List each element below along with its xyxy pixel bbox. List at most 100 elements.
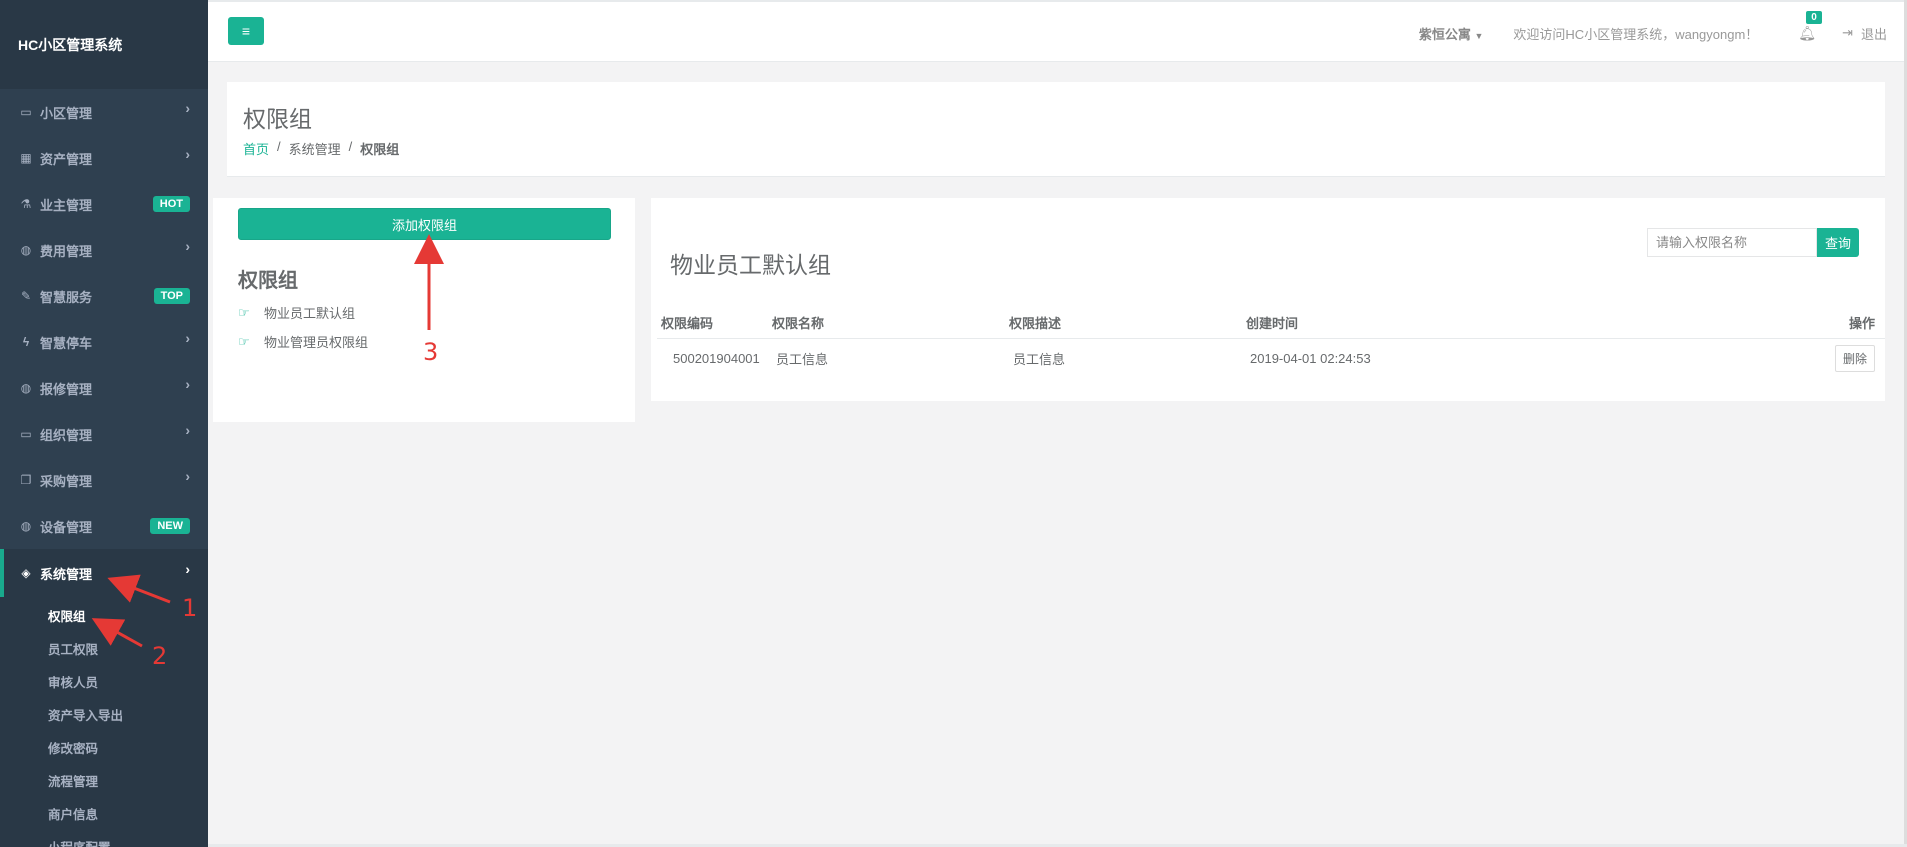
top-navbar: ≡ 紫恒公寓 ▼ 欢迎访问HC小区管理系统，wangyongm！ 🔔︎ 0 ⇥ … — [208, 0, 1907, 62]
selected-group-title: 物业员工默认组 — [670, 252, 831, 278]
page-heading: 权限组 首页 / 系统管理 / 权限组 — [227, 82, 1885, 177]
sidebar-item-system[interactable]: ◈ 系统管理 › — [0, 549, 208, 597]
welcome-message: 欢迎访问HC小区管理系统，wangyongm！ — [1513, 26, 1759, 42]
breadcrumb-home[interactable]: 首页 — [243, 139, 269, 158]
sidebar-item-community[interactable]: ▭ 小区管理 › — [0, 89, 208, 135]
breadcrumb-separator: / — [277, 139, 281, 154]
flask-icon: ⚗ — [20, 197, 32, 211]
sidebar-item-assets[interactable]: ▦ 资产管理 › — [0, 135, 208, 181]
sign-out-icon: ⇥ — [1842, 25, 1853, 40]
sidebar-item-label: 智慧停车 — [40, 335, 93, 351]
delete-button[interactable]: 删除 — [1834, 344, 1875, 372]
cell-name: 员工信息 — [776, 351, 829, 367]
sidebar-item-label: 采购管理 — [40, 473, 93, 489]
copy-icon: ❐ — [20, 473, 32, 487]
chevron-right-icon: › — [185, 468, 190, 484]
breadcrumb-system: 系统管理 — [288, 142, 341, 157]
chevron-right-icon: › — [185, 561, 190, 577]
community-dropdown[interactable]: 紫恒公寓 ▼ — [1419, 24, 1484, 43]
sidebar-item-label: 资产管理 — [40, 151, 93, 167]
sidebar-item-fees[interactable]: ◍ 费用管理 › — [0, 227, 208, 273]
bell-icon: 🔔︎ — [1798, 24, 1817, 41]
cell-desc: 员工信息 — [1013, 351, 1066, 367]
topbar-right: 紫恒公寓 ▼ 欢迎访问HC小区管理系统，wangyongm！ 🔔︎ 0 ⇥ 退出 — [1419, 2, 1887, 64]
submenu-item-staff-permission[interactable]: 员工权限 — [0, 632, 208, 665]
top-badge: TOP — [153, 288, 190, 304]
logout-link[interactable]: ⇥ 退出 — [1842, 24, 1887, 43]
system-submenu: 权限组 员工权限 审核人员 资产导入导出 修改密码 流程管理 商户信息 小程序配… — [0, 597, 208, 847]
notification-count-badge: 0 — [1806, 10, 1822, 24]
sidebar-item-label: 业主管理 — [40, 197, 93, 213]
submenu-item-permission-group[interactable]: 权限组 — [0, 599, 208, 632]
globe-icon: ◍ — [20, 381, 32, 395]
sidebar-item-label: 组织管理 — [40, 427, 93, 443]
search-button[interactable]: 查询 — [1816, 228, 1859, 257]
sidebar-item-label: 报修管理 — [40, 381, 93, 397]
globe-icon: ◍ — [20, 243, 32, 257]
annotation-label-3: 3 — [423, 338, 439, 366]
breadcrumb-current: 权限组 — [360, 142, 400, 157]
permission-group-label: 物业管理员权限组 — [264, 335, 369, 350]
cell-action: 删除 — [1826, 338, 1885, 378]
submenu-item-change-password[interactable]: 修改密码 — [0, 731, 208, 764]
logout-label: 退出 — [1860, 26, 1887, 42]
new-badge: NEW — [150, 518, 190, 534]
permission-name-search-input[interactable] — [1646, 228, 1817, 257]
chevron-right-icon: › — [185, 376, 190, 392]
chevron-right-icon: › — [185, 238, 190, 254]
laptop-icon: ▭ — [20, 105, 32, 119]
hand-point-right-icon: ☞ — [238, 304, 250, 320]
column-header-created: 创建时间 — [1246, 308, 1826, 339]
diamond-icon: ◈ — [21, 566, 31, 580]
table-row: 500201904001 员工信息 员工信息 2019-04-01 02:24:… — [657, 338, 1885, 378]
permission-table: 权限编码 权限名称 权限描述 创建时间 操作 500201904001 员工信息… — [657, 308, 1885, 378]
page-title: 权限组 — [243, 106, 312, 132]
community-name: 紫恒公寓 — [1418, 26, 1471, 42]
submenu-item-merchant-info[interactable]: 商户信息 — [0, 797, 208, 830]
permission-group-item[interactable]: ☞ 物业员工默认组 — [238, 298, 368, 327]
bolt-icon: ϟ — [22, 335, 30, 349]
permission-search: 查询 — [1646, 228, 1859, 257]
cell-code: 500201904001 — [673, 350, 760, 366]
hot-badge: HOT — [152, 196, 190, 212]
sidebar-item-label: 系统管理 — [40, 566, 93, 582]
globe-icon: ◍ — [20, 519, 32, 533]
sidebar-item-equipment[interactable]: ◍ 设备管理 NEW — [0, 503, 208, 549]
submenu-item-asset-import-export[interactable]: 资产导入导出 — [0, 698, 208, 731]
permission-detail-panel: 物业员工默认组 查询 权限编码 权限名称 权限描述 创建时间 操作 500201… — [651, 198, 1885, 401]
submenu-item-workflow[interactable]: 流程管理 — [0, 764, 208, 797]
sidebar-item-label: 智慧服务 — [40, 289, 93, 305]
cell-created: 2019-04-01 02:24:53 — [1250, 350, 1371, 366]
sidebar-item-owners[interactable]: ⚗ 业主管理 HOT — [0, 181, 208, 227]
caret-down-icon: ▼ — [1474, 30, 1484, 41]
sidebar: HC小区管理系统 ▭ 小区管理 › ▦ 资产管理 › ⚗ 业主管理 HOT ◍ … — [0, 0, 208, 847]
column-header-name: 权限名称 — [772, 308, 1009, 339]
permission-group-item[interactable]: ☞ 物业管理员权限组 — [238, 327, 368, 356]
hand-point-right-icon: ☞ — [238, 333, 250, 349]
chevron-right-icon: › — [185, 146, 190, 162]
sidebar-item-label: 费用管理 — [40, 243, 93, 259]
submenu-item-reviewers[interactable]: 审核人员 — [0, 665, 208, 698]
menu-toggle-button[interactable]: ≡ — [228, 17, 264, 45]
permission-group-label: 物业员工默认组 — [264, 306, 356, 321]
chevron-right-icon: › — [185, 422, 190, 438]
desktop-icon: ▭ — [20, 427, 32, 441]
add-permission-group-button[interactable]: 添加权限组 — [238, 208, 611, 240]
chevron-right-icon: › — [185, 100, 190, 116]
breadcrumb: 首页 / 系统管理 / 权限组 — [243, 139, 399, 158]
sidebar-item-purchasing[interactable]: ❐ 采购管理 › — [0, 457, 208, 503]
hamburger-icon: ≡ — [241, 23, 251, 39]
sidebar-item-repair[interactable]: ◍ 报修管理 › — [0, 365, 208, 411]
sidebar-item-label: 小区管理 — [40, 105, 93, 121]
notification-button[interactable]: 🔔︎ 0 — [1798, 10, 1822, 42]
sidebar-item-label: 设备管理 — [40, 519, 93, 535]
permission-group-heading: 权限组 — [238, 270, 298, 292]
annotation-label-2: 2 — [152, 642, 168, 670]
sidebar-item-smart-service[interactable]: ✎ 智慧服务 TOP — [0, 273, 208, 319]
sidebar-item-organization[interactable]: ▭ 组织管理 › — [0, 411, 208, 457]
permission-group-list: ☞ 物业员工默认组 ☞ 物业管理员权限组 — [238, 298, 368, 356]
column-header-desc: 权限描述 — [1009, 308, 1246, 339]
submenu-item-miniprogram-config[interactable]: 小程序配置 — [0, 830, 208, 847]
chevron-right-icon: › — [185, 330, 190, 346]
sidebar-item-parking[interactable]: ϟ 智慧停车 › — [0, 319, 208, 365]
